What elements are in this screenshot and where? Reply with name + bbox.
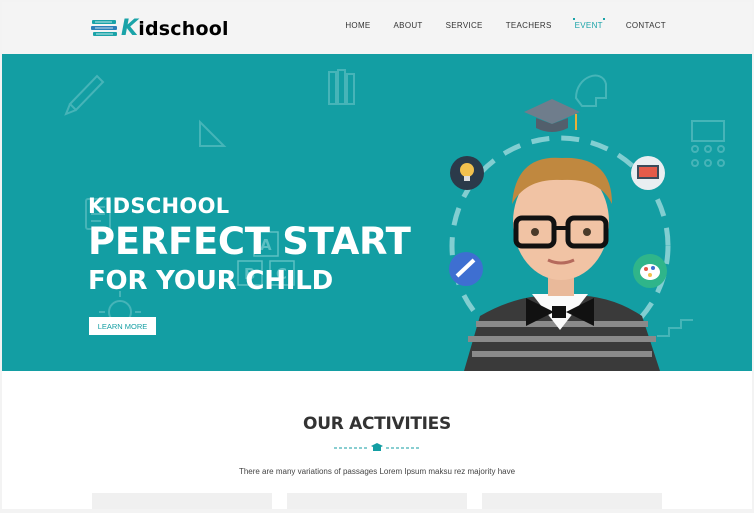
- nav-item-home[interactable]: HOME: [345, 21, 370, 30]
- books-icon: [328, 69, 355, 105]
- activities-title: OUR ACTIVITIES: [303, 414, 451, 434]
- telescope-orbit-icon: [449, 252, 483, 286]
- logo-text: Kidschool: [121, 16, 229, 41]
- learn-more-button[interactable]: LEARN MORE: [89, 317, 156, 335]
- nav-item-service[interactable]: SERVICE: [446, 21, 483, 30]
- activity-card[interactable]: [287, 493, 467, 509]
- activities-description: There are many variations of passages Lo…: [238, 467, 516, 476]
- lightbulb-orbit-icon: [450, 156, 484, 190]
- books-logo-icon: [91, 20, 117, 36]
- pencil-icon: [64, 74, 105, 116]
- hero-title: PERFECT START: [88, 220, 411, 263]
- logo-rest: idschool: [138, 17, 229, 40]
- palette-orbit-icon: [633, 254, 667, 288]
- activity-card[interactable]: [482, 493, 662, 509]
- head-idea-icon: [574, 74, 607, 107]
- nav-item-teachers[interactable]: TEACHERS: [506, 21, 552, 30]
- child-photo: [464, 157, 660, 371]
- stairs-icon: [657, 319, 693, 337]
- nav-item-contact[interactable]: CONTACT: [626, 21, 666, 30]
- graduation-cap-icon: [524, 99, 580, 132]
- site-header: Kidschool HOME ABOUT SERVICE TEACHERS EVENT C…: [2, 2, 752, 54]
- hero-banner: A B C KIDSCHOOL PERFECT START FOR YOUR C…: [2, 54, 752, 371]
- nav-item-event[interactable]: EVENT: [572, 18, 606, 30]
- ruler-icon: [199, 119, 227, 147]
- graduation-divider-icon: [334, 443, 420, 451]
- logo-initial: K: [121, 15, 139, 41]
- hero-kicker: KIDSCHOOL: [88, 194, 230, 218]
- hero-subtitle: FOR YOUR CHILD: [88, 266, 333, 296]
- blackboard-orbit-icon: [631, 156, 665, 190]
- page: Kidschool HOME ABOUT SERVICE TEACHERS EVENT C…: [2, 2, 752, 509]
- activity-card[interactable]: [92, 493, 272, 509]
- logo[interactable]: Kidschool: [90, 15, 229, 41]
- classroom-icon: [691, 120, 725, 167]
- main-nav: HOME ABOUT SERVICE TEACHERS EVENT CONTACT: [322, 18, 666, 30]
- nav-item-about[interactable]: ABOUT: [394, 21, 423, 30]
